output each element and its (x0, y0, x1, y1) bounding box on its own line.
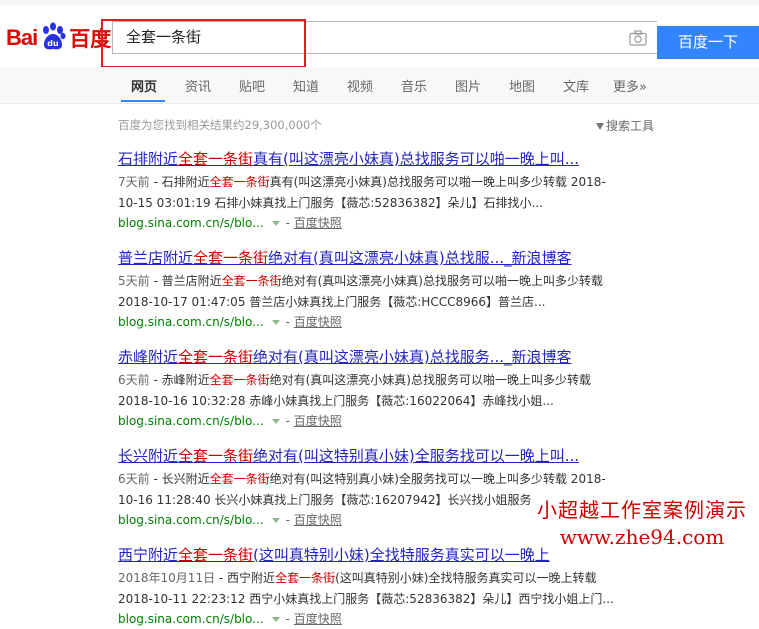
search-button[interactable]: 百度一下 (657, 26, 759, 59)
snapshot-link[interactable]: 百度快照 (294, 513, 342, 527)
snapshot-link[interactable]: 百度快照 (294, 216, 342, 230)
result-title-link[interactable]: 长兴附近全套一条街绝对有(叫这特别真小妹)全服务找可以一晚上叫... (118, 446, 678, 466)
result-url-row: blog.sina.com.cn/s/blo... - 百度快照 (118, 315, 342, 329)
result-stats: 百度为您找到相关结果约29,300,000个 (118, 118, 322, 132)
watermark-line2: www.zhe94.com (559, 525, 725, 549)
watermark-line1: 小超越工作室案例演示 (537, 498, 747, 522)
result-abstract: 6天前 - 赤峰附近全套一条街绝对有(真叫这漂亮小妹真)总找服务可以啪一晚上叫多… (118, 373, 591, 387)
result-url-row: blog.sina.com.cn/s/blo... - 百度快照 (118, 216, 342, 230)
active-tab-indicator (121, 100, 165, 102)
search-result: 赤峰附近全套一条街绝对有(真叫这漂亮小妹真)总找服务..._新浪博客 6天前 -… (118, 347, 678, 431)
result-title-link[interactable]: 石排附近全套一条街真有(叫这漂亮小妹真)总找服务可以啪一晚上叫... (118, 149, 678, 169)
tab-maps[interactable]: 地图 (509, 76, 535, 95)
snapshot-link[interactable]: 百度快照 (294, 612, 342, 626)
chevron-down-icon[interactable] (271, 517, 280, 523)
tab-music[interactable]: 音乐 (401, 76, 427, 95)
result-url[interactable]: blog.sina.com.cn/s/blo... (118, 315, 264, 329)
tab-wenku[interactable]: 文库 (563, 76, 589, 95)
svg-text:du: du (48, 39, 60, 48)
tab-zhidao[interactable]: 知道 (293, 76, 319, 95)
camera-icon[interactable] (629, 30, 647, 46)
result-abstract: 2018年10月11日 - 西宁附近全套一条街(这叫真特别小妹)全找特服务真实可… (118, 571, 597, 585)
result-abstract-line2: 10-15 03:01:19 石排小妹真找上门服务【薇芯:52836382】朵儿… (118, 196, 543, 210)
result-abstract-line2: 2018-10-17 01:47:05 普兰店小妹真找上门服务【薇芯:HCCC8… (118, 295, 546, 309)
highlight-annotation-box (101, 19, 306, 68)
baidu-logo[interactable]: Bai du 百度 (6, 21, 111, 55)
tab-more[interactable]: 更多» (613, 76, 647, 95)
watermark: 小超越工作室案例演示 www.zhe94.com (537, 494, 747, 549)
result-abstract: 7天前 - 石排附近全套一条街真有(叫这漂亮小妹真)总找服务可以啪一晚上叫多少转… (118, 175, 606, 189)
search-tools-label: 搜索工具 (606, 119, 655, 133)
tab-images[interactable]: 图片 (455, 76, 481, 95)
search-tools-button[interactable]: 搜索工具 (596, 117, 654, 134)
result-abstract: 6天前 - 长兴附近全套一条街绝对有(叫这特别真小妹)全服务找可以一晚上叫多少转… (118, 472, 606, 486)
search-result: 西宁附近全套一条街(这叫真特别小妹)全找特服务真实可以一晚上 2018年10月1… (118, 545, 678, 629)
search-result: 石排附近全套一条街真有(叫这漂亮小妹真)总找服务可以啪一晚上叫... 7天前 -… (118, 149, 678, 233)
result-url[interactable]: blog.sina.com.cn/s/blo... (118, 513, 264, 527)
result-abstract-line2: 2018-10-16 10:32:28 赤峰小妹真找上门服务【薇芯:160220… (118, 394, 554, 408)
tab-tieba[interactable]: 贴吧 (239, 76, 265, 95)
result-url[interactable]: blog.sina.com.cn/s/blo... (118, 216, 264, 230)
logo-text-left: Bai (6, 25, 38, 50)
result-title-link[interactable]: 普兰店附近全套一条街绝对有(真叫这漂亮小妹真)总找服..._新浪博客 (118, 248, 678, 268)
result-url[interactable]: blog.sina.com.cn/s/blo... (118, 414, 264, 428)
result-url-row: blog.sina.com.cn/s/blo... - 百度快照 (118, 612, 342, 626)
snapshot-link[interactable]: 百度快照 (294, 414, 342, 428)
tab-news[interactable]: 资讯 (185, 76, 211, 95)
result-abstract: 5天前 - 普兰店附近全套一条街绝对有(真叫这漂亮小妹真)总找服务可以啪一晚上叫… (118, 274, 603, 288)
search-tabs: 网页 资讯 贴吧 知道 视频 音乐 图片 地图 文库 更多» (0, 67, 759, 104)
search-result: 普兰店附近全套一条街绝对有(真叫这漂亮小妹真)总找服..._新浪博客 5天前 -… (118, 248, 678, 332)
chevron-down-icon[interactable] (271, 616, 280, 622)
chevron-down-icon[interactable] (271, 319, 280, 325)
tab-web[interactable]: 网页 (131, 76, 157, 95)
chevron-down-icon[interactable] (271, 220, 280, 226)
result-title-link[interactable]: 赤峰附近全套一条街绝对有(真叫这漂亮小妹真)总找服务..._新浪博客 (118, 347, 678, 367)
tab-video[interactable]: 视频 (347, 76, 373, 95)
result-abstract-line2: 2018-10-11 22:23:12 西宁小妹真找上门服务【薇芯:528363… (118, 592, 614, 606)
filter-icon (596, 123, 604, 130)
result-url-row: blog.sina.com.cn/s/blo... - 百度快照 (118, 414, 342, 428)
snapshot-link[interactable]: 百度快照 (294, 315, 342, 329)
chevron-down-icon[interactable] (271, 418, 280, 424)
result-url[interactable]: blog.sina.com.cn/s/blo... (118, 612, 264, 626)
paw-icon: du (43, 22, 66, 50)
